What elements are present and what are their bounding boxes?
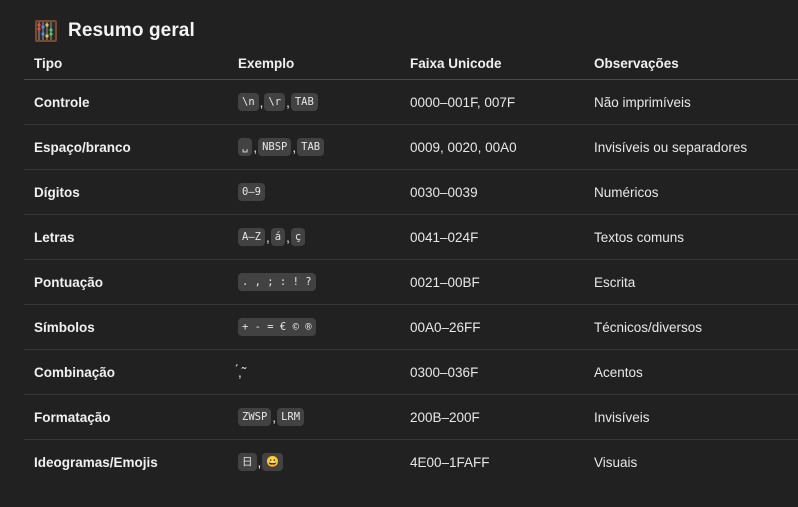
- cell-faixa-unicode: 0021–00BF: [400, 259, 584, 305]
- table-header-row: Tipo Exemplo Faixa Unicode Observações: [24, 48, 798, 80]
- table-row: Dígitos 0–9 0030–0039 Numéricos: [24, 169, 798, 215]
- inline-code: 😀: [262, 453, 284, 471]
- cell-exemplo: + - = € © ®: [228, 304, 400, 350]
- example-text: ́,̃: [238, 364, 242, 380]
- inline-code: 0–9: [238, 183, 265, 201]
- cell-observacoes: Numéricos: [584, 169, 798, 215]
- cell-observacoes: Invisíveis ou separadores: [584, 124, 798, 170]
- cell-observacoes: Escrita: [584, 259, 798, 305]
- table-row: Símbolos + - = € © ® 00A0–26FF Técnicos/div…: [24, 304, 798, 350]
- cell-exemplo: . , ; : ! ?: [228, 259, 400, 305]
- cell-exemplo: \n, \r, TAB: [228, 79, 400, 125]
- inline-code: A–Z: [238, 228, 265, 246]
- cell-faixa-unicode: 0300–036F: [400, 349, 584, 395]
- inline-code: 日: [238, 453, 257, 471]
- table-row: Formatação ZWSP, LRM 200B–200F Invisíveis: [24, 394, 798, 440]
- table-row: Ideogramas/Emojis 日, 😀 4E00–1FAFF Visuais: [24, 440, 798, 485]
- cell-exemplo: 0–9: [228, 169, 400, 215]
- cell-faixa-unicode: 0030–0039: [400, 169, 584, 215]
- cell-exemplo: ␣, NBSP, TAB: [228, 124, 400, 170]
- cell-faixa-unicode: 200B–200F: [400, 394, 584, 440]
- cell-tipo: Ideogramas/Emojis: [34, 454, 158, 470]
- cell-observacoes: Acentos: [584, 349, 798, 395]
- inline-code: NBSP: [258, 138, 292, 156]
- cell-faixa-unicode: 4E00–1FAFF: [410, 454, 490, 470]
- cell-tipo: Controle: [24, 79, 228, 125]
- separator: ,: [272, 409, 277, 425]
- inline-code: TAB: [290, 93, 318, 111]
- column-header-faixa-unicode: Faixa Unicode: [400, 48, 584, 80]
- cell-observacoes: Invisíveis: [584, 394, 798, 440]
- cell-tipo: Combinação: [24, 349, 228, 395]
- cell-tipo: Símbolos: [24, 304, 228, 350]
- cell-faixa-unicode: 0009, 0020, 00A0: [400, 124, 584, 170]
- cell-observacoes: Textos comuns: [584, 214, 798, 260]
- inline-code: ç: [290, 228, 306, 246]
- column-header-exemplo: Exemplo: [228, 48, 400, 80]
- inline-code: ␣: [238, 138, 253, 156]
- cell-exemplo: ZWSP, LRM: [228, 394, 400, 440]
- column-header-observacoes: Observações: [584, 48, 798, 80]
- separator: ,: [292, 139, 297, 155]
- cell-tipo: Espaço/branco: [24, 124, 228, 170]
- inline-code: á: [270, 228, 286, 246]
- table-row: Pontuação . , ; : ! ? 0021–00BF Escrita: [24, 259, 798, 305]
- table-row: Controle \n, \r, TAB 0000–001F, 007F Não impr…: [24, 79, 798, 125]
- cell-faixa-unicode: 0000–001F, 007F: [400, 79, 584, 125]
- abacus-icon: [34, 19, 58, 43]
- cell-tipo: Formatação: [24, 394, 228, 440]
- cell-exemplo: 日, 😀: [228, 440, 400, 485]
- cell-faixa-unicode: 00A0–26FF: [400, 304, 584, 350]
- separator: ,: [253, 139, 258, 155]
- separator: ,: [286, 94, 290, 110]
- column-header-tipo: Tipo: [24, 48, 228, 80]
- inline-code: \n: [238, 93, 259, 111]
- section-title: Resumo geral: [68, 20, 195, 41]
- separator: ,: [257, 454, 262, 470]
- cell-exemplo: ́,̃: [228, 349, 400, 395]
- cell-exemplo: A–Z, á, ç: [228, 214, 400, 260]
- table-row: Espaço/branco ␣, NBSP, TAB 0009, 0020, 00A0 I…: [24, 124, 798, 170]
- inline-code: \r: [264, 93, 286, 111]
- cell-observacoes: Visuais: [594, 454, 638, 470]
- separator: ,: [259, 94, 264, 110]
- cell-faixa-unicode: 0041–024F: [400, 214, 584, 260]
- summary-table: Tipo Exemplo Faixa Unicode Observações C…: [24, 48, 798, 484]
- cell-tipo: Letras: [24, 214, 228, 260]
- cell-tipo: Pontuação: [24, 259, 228, 305]
- table-row: Combinaçãó,̃ 0300–036F Acentos: [24, 349, 798, 395]
- inline-code: . , ; : ! ?: [238, 273, 316, 291]
- inline-code: + - = € © ®: [238, 318, 316, 336]
- separator: ,: [265, 229, 270, 245]
- inline-code: TAB: [297, 138, 325, 156]
- table-row: Letras A–Z, á, ç 0041–024F Textos comuns: [24, 214, 798, 260]
- separator: ,: [286, 229, 290, 245]
- cell-observacoes: Técnicos/diversos: [584, 304, 798, 350]
- cell-observacoes: Não imprimíveis: [584, 79, 798, 125]
- cell-tipo: Dígitos: [24, 169, 228, 215]
- section-heading: Resumo geral: [34, 17, 195, 45]
- inline-code: ZWSP: [238, 408, 272, 426]
- inline-code: LRM: [277, 408, 305, 426]
